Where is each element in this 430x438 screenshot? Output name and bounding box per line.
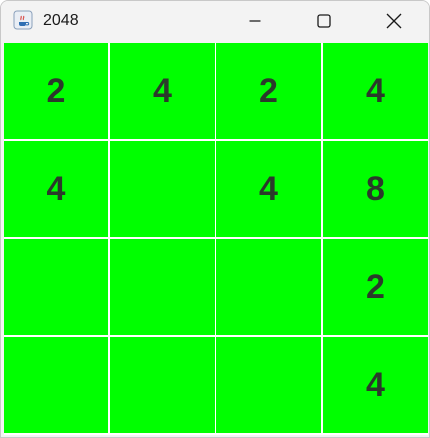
board-tile	[110, 337, 215, 433]
title-bar[interactable]: 2048	[1, 1, 429, 41]
minimize-button[interactable]	[232, 1, 278, 41]
board-tile: 4	[4, 141, 108, 237]
maximize-button[interactable]	[301, 1, 347, 41]
board-tile: 8	[323, 141, 428, 237]
board-tile: 4	[323, 43, 428, 139]
minimize-icon	[249, 20, 261, 22]
board-tile: 2	[216, 43, 321, 139]
close-button[interactable]	[371, 1, 417, 41]
board-tile	[110, 141, 215, 237]
maximize-icon	[317, 14, 331, 28]
board-tile: 4	[110, 43, 215, 139]
board-tile: 4	[216, 141, 321, 237]
close-icon	[386, 13, 402, 29]
board-tile: 2	[4, 43, 108, 139]
board-tile	[4, 337, 108, 433]
board-tile	[110, 239, 215, 335]
game-window: 2048 242444824	[0, 0, 430, 438]
board-tile	[4, 239, 108, 335]
window-title: 2048	[43, 12, 79, 29]
game-board[interactable]: 242444824	[4, 43, 428, 435]
board-tile	[216, 239, 321, 335]
java-cup-icon	[13, 10, 33, 30]
board-tile: 4	[323, 337, 428, 433]
board-tile: 2	[323, 239, 428, 335]
board-tile	[216, 337, 321, 433]
